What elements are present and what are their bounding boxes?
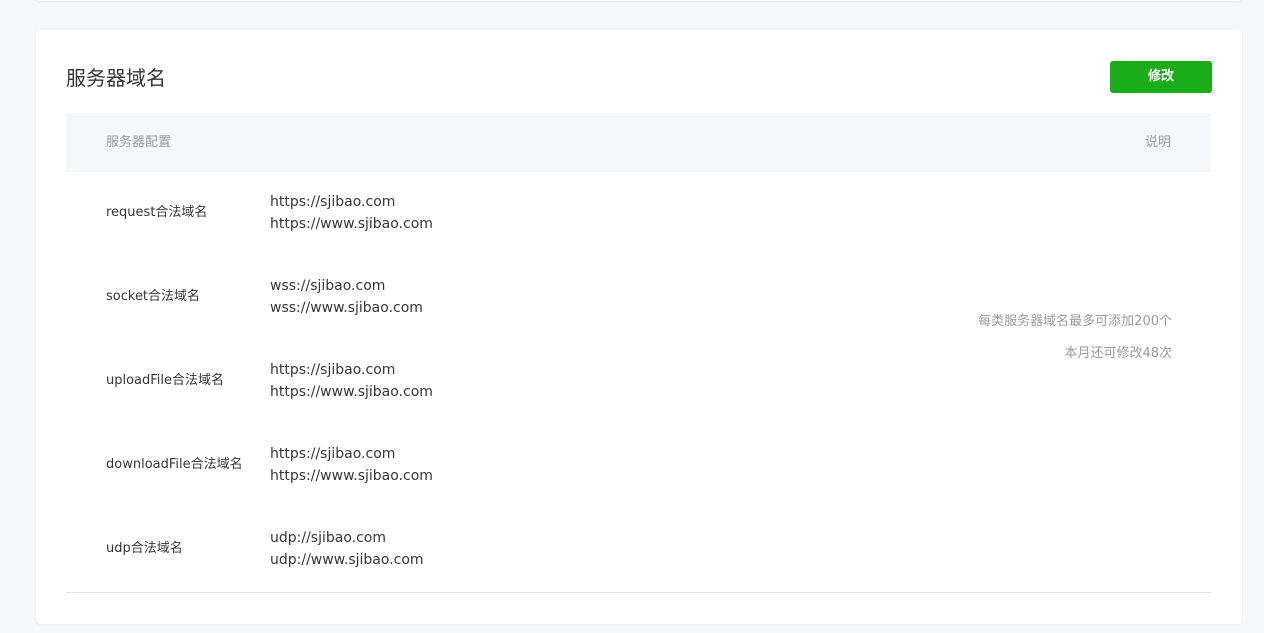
domain-value: https://www.sjibao.com — [270, 384, 433, 400]
domain-value: https://www.sjibao.com — [270, 468, 433, 484]
row-label-udp: udp合法域名 — [106, 541, 183, 556]
table-row: downloadFile合法域名 https://sjibao.com http… — [66, 424, 1211, 508]
row-values-request: https://sjibao.com https://www.sjibao.co… — [270, 191, 433, 235]
previous-card — [36, 0, 1242, 1]
note-domain-limit: 每类服务器域名最多可添加200个 — [978, 314, 1172, 329]
row-values-socket: wss://sjibao.com wss://www.sjibao.com — [270, 275, 423, 319]
server-domain-card: 服务器域名 修改 服务器配置 说明 request合法域名 https://sj… — [36, 30, 1242, 624]
domain-value: https://sjibao.com — [270, 194, 396, 210]
header-config: 服务器配置 — [106, 135, 172, 150]
domain-value: wss://sjibao.com — [270, 278, 386, 294]
row-label-downloadfile: downloadFile合法域名 — [106, 457, 243, 472]
row-values-uploadfile: https://sjibao.com https://www.sjibao.co… — [270, 359, 433, 403]
row-label-uploadfile: uploadFile合法域名 — [106, 373, 225, 388]
header-description: 说明 — [1144, 135, 1171, 150]
table-row: request合法域名 https://sjibao.com https://w… — [66, 172, 1211, 256]
edit-button[interactable]: 修改 — [1110, 61, 1212, 93]
domain-value: https://www.sjibao.com — [270, 216, 433, 232]
row-label-socket: socket合法域名 — [106, 289, 201, 304]
table-header: 服务器配置 说明 — [66, 113, 1211, 172]
domain-table-body: request合法域名 https://sjibao.com https://w… — [66, 172, 1211, 592]
domain-value: https://sjibao.com — [270, 362, 396, 378]
domain-value: wss://www.sjibao.com — [270, 300, 423, 316]
row-label-request: request合法域名 — [106, 205, 208, 220]
section-title: 服务器域名 — [66, 66, 166, 90]
note-remaining-changes: 本月还可修改48次 — [1064, 346, 1172, 361]
row-values-udp: udp://sjibao.com udp://www.sjibao.com — [270, 527, 424, 571]
description-notes: 每类服务器域名最多可添加200个 本月还可修改48次 — [978, 313, 1172, 363]
domain-value: udp://sjibao.com — [270, 530, 387, 546]
table-row: udp合法域名 udp://sjibao.com udp://www.sjiba… — [66, 508, 1211, 592]
divider — [66, 592, 1211, 593]
domain-value: udp://www.sjibao.com — [270, 552, 424, 568]
row-values-downloadfile: https://sjibao.com https://www.sjibao.co… — [270, 443, 433, 487]
domain-value: https://sjibao.com — [270, 446, 396, 462]
